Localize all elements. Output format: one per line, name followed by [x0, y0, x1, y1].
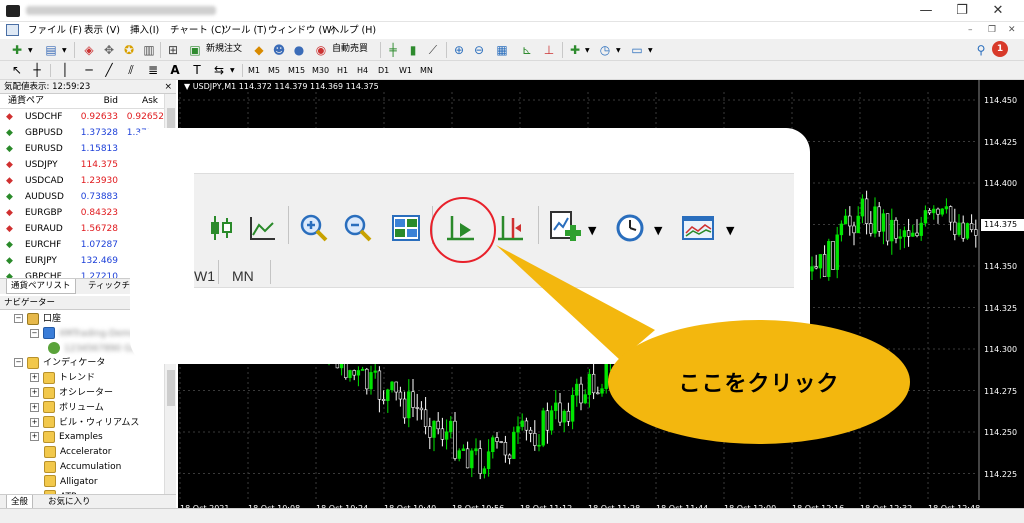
mt4-window: — ❐ ✕ ファイル (F) 表示 (V) 挿入(I) チャート (C) ツール…: [0, 0, 1024, 523]
highlight-circle: [430, 197, 496, 263]
callout-bubble: ここをクリック: [608, 320, 910, 444]
callout-pointer: [496, 245, 655, 360]
status-bar: [0, 508, 1024, 523]
callout-text: ここをクリック: [678, 372, 840, 397]
